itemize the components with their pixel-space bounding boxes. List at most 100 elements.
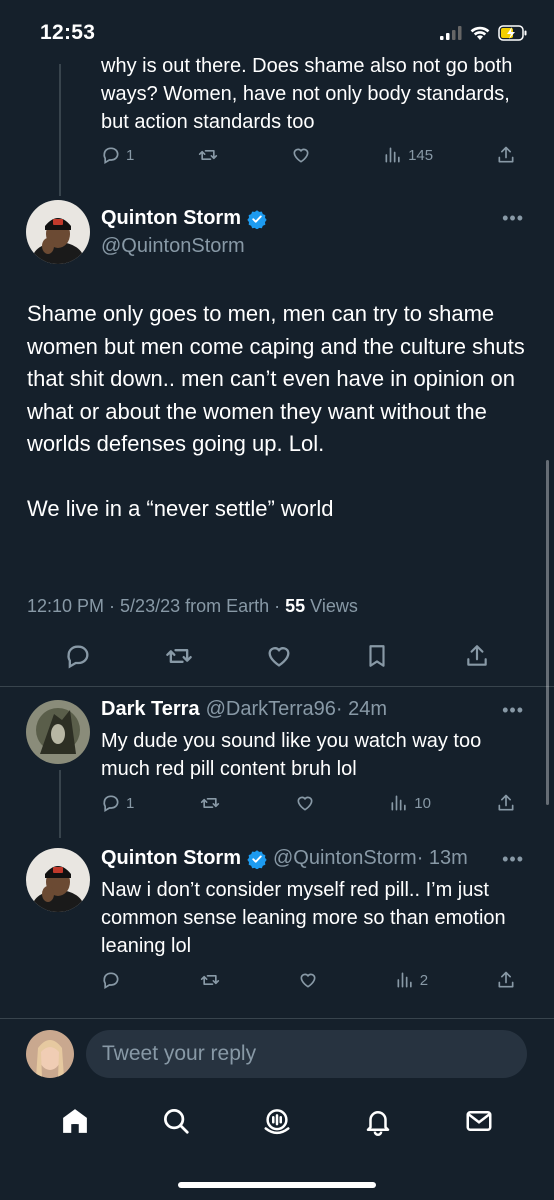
thread-line — [59, 64, 61, 196]
retweet-icon — [166, 649, 192, 663]
reply-button[interactable] — [64, 642, 94, 670]
views-icon — [391, 795, 406, 811]
main-tweet-actions — [64, 641, 494, 671]
retweet-icon — [199, 150, 218, 160]
display-name[interactable]: Dark Terra — [101, 698, 200, 721]
timestamp: · 24m — [335, 698, 388, 720]
heart-icon — [297, 796, 313, 811]
divider — [0, 686, 554, 687]
messages-icon — [466, 1110, 492, 1131]
retweet-button[interactable] — [197, 145, 227, 165]
user-avatar-icon — [26, 1030, 74, 1078]
avatar[interactable] — [26, 848, 90, 912]
handle[interactable]: @QuintonStorm — [273, 847, 417, 870]
views-button[interactable]: 2 — [395, 970, 428, 990]
cellular-signal-icon — [440, 26, 462, 40]
heart-icon — [268, 647, 290, 667]
prev-tweet-text: why is out there. Does shame also not go… — [101, 55, 513, 133]
tweet-meta: 12:10 PM · 5/23/23 from Earth · 55 Views — [27, 596, 358, 616]
retweet-button[interactable] — [199, 970, 229, 990]
home-icon — [62, 1108, 87, 1133]
views-button[interactable]: 10 — [389, 793, 431, 813]
quinton-avatar-icon — [26, 848, 90, 912]
display-name[interactable]: Quinton Storm — [101, 207, 241, 230]
handle[interactable]: @DarkTerra96 — [206, 698, 336, 721]
bookmark-button[interactable] — [364, 642, 394, 670]
status-icons — [440, 25, 528, 41]
share-button[interactable] — [496, 970, 526, 990]
more-options-icon[interactable]: ••• — [502, 849, 524, 870]
bookmark-icon — [369, 645, 385, 667]
like-button[interactable] — [264, 642, 294, 670]
views-icon — [385, 147, 400, 163]
retweet-icon — [200, 975, 220, 985]
reply-actions: 1 10 — [101, 790, 526, 816]
share-icon — [498, 794, 514, 811]
reply-text: Naw i don’t consider myself red pill.. I… — [101, 879, 506, 957]
share-icon — [498, 971, 514, 988]
thread-line — [59, 770, 61, 838]
like-button[interactable] — [294, 793, 324, 813]
current-user-avatar[interactable] — [26, 1030, 74, 1078]
reply-button[interactable]: 1 — [101, 145, 134, 165]
views-icon — [397, 972, 412, 988]
share-button[interactable] — [496, 145, 526, 165]
main-tweet-paragraph: We live in a “never settle” world — [27, 495, 334, 521]
avatar[interactable] — [26, 700, 90, 764]
reply-name-line: Quinton Storm @QuintonStorm · 13m — [101, 847, 468, 870]
reply-icon — [103, 147, 119, 164]
notifications-icon — [366, 1110, 390, 1136]
spaces-icon — [264, 1108, 290, 1134]
views-button[interactable]: 145 — [383, 145, 433, 165]
timestamp: · 13m — [416, 847, 468, 869]
retweet-icon — [201, 798, 220, 808]
reply-button[interactable]: 1 — [101, 793, 134, 813]
main-tweet-name-line: Quinton Storm — [101, 207, 273, 230]
battery-charging-icon — [498, 25, 527, 41]
share-button[interactable] — [496, 793, 526, 813]
home-indicator[interactable] — [178, 1182, 376, 1188]
reply-text: My dude you sound like you watch way too… — [101, 730, 482, 780]
main-tweet-body: Shame only goes to men, men can try to s… — [27, 298, 527, 525]
retweet-button[interactable] — [164, 642, 194, 670]
tab-messages[interactable] — [464, 1106, 494, 1141]
reply-bar: Tweet your reply — [0, 1030, 554, 1080]
avatar[interactable] — [26, 200, 90, 264]
share-icon — [498, 146, 514, 163]
divider — [0, 1018, 554, 1019]
scrollbar[interactable] — [546, 460, 549, 805]
quinton-avatar-icon — [26, 200, 90, 264]
like-button[interactable] — [290, 145, 320, 165]
reply-icon — [103, 972, 119, 989]
main-tweet-paragraph: Shame only goes to men, men can try to s… — [27, 301, 525, 456]
share-icon — [467, 645, 487, 666]
tab-notifications[interactable] — [363, 1106, 393, 1141]
reply-icon — [103, 795, 119, 812]
reply-actions: 2 — [101, 967, 526, 993]
views-count[interactable]: 55 — [285, 596, 305, 616]
tab-home[interactable] — [60, 1106, 90, 1141]
share-button[interactable] — [464, 642, 494, 670]
tab-bar — [0, 1095, 554, 1151]
status-time: 12:53 — [40, 21, 96, 44]
tab-spaces[interactable] — [262, 1106, 292, 1141]
display-name[interactable]: Quinton Storm — [101, 847, 241, 870]
prev-tweet-actions: 1 145 — [101, 142, 526, 168]
reply-input[interactable]: Tweet your reply — [86, 1030, 527, 1078]
tab-search[interactable] — [161, 1106, 191, 1141]
heart-icon — [300, 973, 316, 988]
like-button[interactable] — [297, 970, 327, 990]
reply-icon — [67, 645, 89, 669]
more-options-icon[interactable]: ••• — [502, 700, 524, 721]
dark-terra-avatar-icon — [26, 700, 90, 764]
retweet-button[interactable] — [199, 793, 229, 813]
heart-icon — [293, 148, 309, 163]
more-options-icon[interactable]: ••• — [502, 208, 524, 229]
main-tweet-handle[interactable]: @QuintonStorm — [101, 235, 245, 258]
reply-name-line: Dark Terra @DarkTerra96 · 24m — [101, 698, 387, 721]
verified-badge-icon — [247, 209, 267, 229]
verified-badge-icon — [247, 849, 267, 869]
wifi-icon — [470, 26, 490, 40]
reply-button[interactable] — [101, 970, 131, 990]
search-icon — [163, 1108, 189, 1134]
